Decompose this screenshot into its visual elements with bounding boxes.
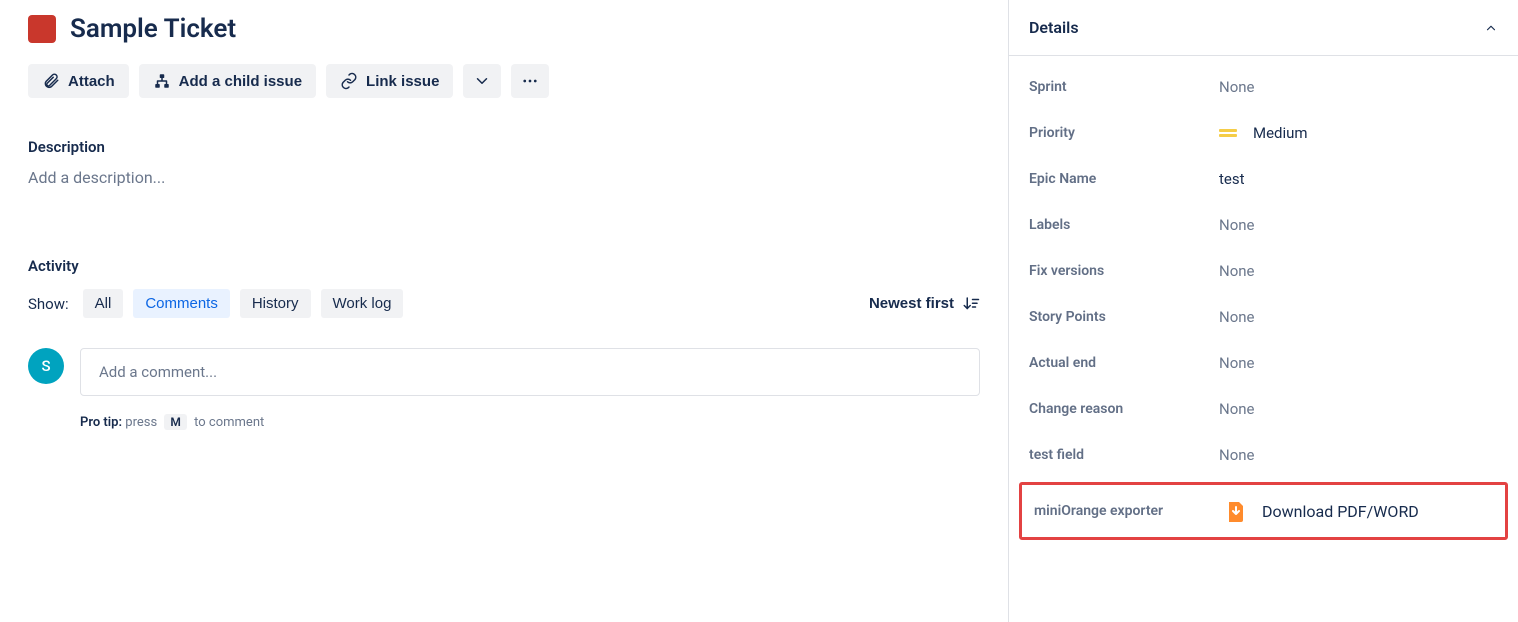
field-label: Actual end bbox=[1029, 355, 1219, 371]
details-sidebar: Details Sprint None Priority Medium Epic… bbox=[1008, 0, 1518, 622]
issue-header: Sample Ticket bbox=[28, 14, 980, 44]
field-label: Priority bbox=[1029, 125, 1219, 141]
show-label: Show: bbox=[28, 295, 69, 313]
main-content: Sample Ticket Attach Add a child issue L… bbox=[0, 0, 1008, 622]
field-label: Labels bbox=[1029, 217, 1219, 233]
tab-history[interactable]: History bbox=[240, 289, 311, 318]
field-miniorange-exporter: miniOrange exporter Download PDF/WORD bbox=[1019, 482, 1508, 540]
more-icon bbox=[521, 72, 539, 90]
download-link[interactable]: Download PDF/WORD bbox=[1262, 502, 1419, 521]
field-story-points[interactable]: Story Points None bbox=[1009, 294, 1518, 340]
issue-title: Sample Ticket bbox=[70, 14, 236, 44]
chevron-up-icon bbox=[1484, 21, 1498, 35]
field-sprint[interactable]: Sprint None bbox=[1009, 64, 1518, 110]
pro-tip-before: press bbox=[125, 415, 157, 430]
field-fix-versions[interactable]: Fix versions None bbox=[1009, 248, 1518, 294]
field-label: miniOrange exporter bbox=[1034, 503, 1224, 519]
sort-label: Newest first bbox=[869, 295, 954, 312]
pro-tip-label: Pro tip: bbox=[80, 415, 122, 430]
sort-button[interactable]: Newest first bbox=[869, 295, 980, 313]
field-value: None bbox=[1219, 446, 1255, 464]
comment-input[interactable]: Add a comment... bbox=[80, 348, 980, 396]
field-value: Medium bbox=[1219, 124, 1308, 142]
field-label: Fix versions bbox=[1029, 263, 1219, 279]
field-value: None bbox=[1219, 78, 1255, 96]
avatar[interactable]: S bbox=[28, 348, 64, 384]
download-icon bbox=[1224, 499, 1248, 523]
activity-tabs: Show: All Comments History Work log bbox=[28, 289, 403, 318]
field-test-field[interactable]: test field None bbox=[1009, 432, 1518, 478]
field-epic-name[interactable]: Epic Name test bbox=[1009, 156, 1518, 202]
tab-comments[interactable]: Comments bbox=[133, 289, 230, 318]
attach-button[interactable]: Attach bbox=[28, 64, 129, 98]
tab-all[interactable]: All bbox=[83, 289, 124, 318]
field-change-reason[interactable]: Change reason None bbox=[1009, 386, 1518, 432]
field-label: Epic Name bbox=[1029, 171, 1219, 187]
field-value: None bbox=[1219, 262, 1255, 280]
activity-row: Show: All Comments History Work log Newe… bbox=[28, 289, 980, 318]
sort-icon bbox=[962, 295, 980, 313]
details-title: Details bbox=[1029, 18, 1079, 37]
field-value: None bbox=[1219, 354, 1255, 372]
add-child-label: Add a child issue bbox=[179, 73, 302, 90]
pro-tip-after: to comment bbox=[194, 415, 264, 430]
field-priority[interactable]: Priority Medium bbox=[1009, 110, 1518, 156]
activity-label: Activity bbox=[28, 257, 980, 275]
field-value: None bbox=[1219, 308, 1255, 326]
field-label: test field bbox=[1029, 447, 1219, 463]
field-actual-end[interactable]: Actual end None bbox=[1009, 340, 1518, 386]
link-issue-button[interactable]: Link issue bbox=[326, 64, 453, 98]
field-label: Sprint bbox=[1029, 79, 1219, 95]
attach-label: Attach bbox=[68, 73, 115, 90]
pro-tip: Pro tip: press M to comment bbox=[80, 414, 980, 430]
paperclip-icon bbox=[42, 72, 60, 90]
add-child-button[interactable]: Add a child issue bbox=[139, 64, 316, 98]
priority-value: Medium bbox=[1253, 124, 1308, 142]
field-label: Story Points bbox=[1029, 309, 1219, 325]
description-label: Description bbox=[28, 138, 980, 156]
field-label: Change reason bbox=[1029, 401, 1219, 417]
issue-type-icon[interactable] bbox=[28, 15, 56, 43]
link-issue-label: Link issue bbox=[366, 73, 439, 90]
toolbar: Attach Add a child issue Link issue bbox=[28, 64, 980, 98]
field-labels[interactable]: Labels None bbox=[1009, 202, 1518, 248]
comment-row: S Add a comment... Pro tip: press M to c… bbox=[28, 348, 980, 430]
field-value: None bbox=[1219, 400, 1255, 418]
details-header[interactable]: Details bbox=[1009, 0, 1518, 56]
comment-area: Add a comment... Pro tip: press M to com… bbox=[80, 348, 980, 430]
child-issue-icon bbox=[153, 72, 171, 90]
tab-worklog[interactable]: Work log bbox=[321, 289, 404, 318]
chevron-down-icon bbox=[473, 72, 491, 90]
field-value: None bbox=[1219, 216, 1255, 234]
field-value: test bbox=[1219, 170, 1245, 188]
link-icon bbox=[340, 72, 358, 90]
details-body: Sprint None Priority Medium Epic Name te… bbox=[1009, 56, 1518, 556]
pro-tip-key: M bbox=[164, 414, 187, 430]
link-issue-dropdown[interactable] bbox=[463, 64, 501, 98]
more-actions-button[interactable] bbox=[511, 64, 549, 98]
description-input[interactable]: Add a description... bbox=[28, 168, 980, 187]
priority-medium-icon bbox=[1219, 129, 1237, 139]
